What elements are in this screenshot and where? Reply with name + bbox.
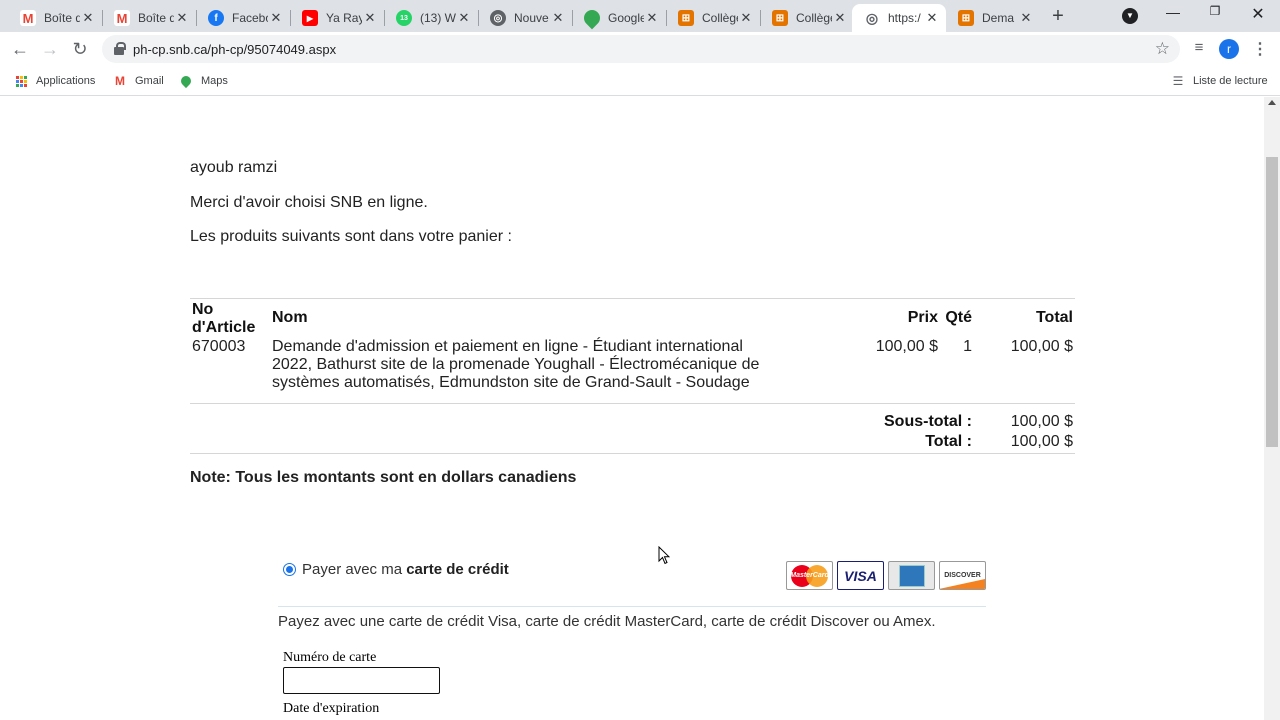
page-scrollbar[interactable] xyxy=(1264,97,1280,720)
scroll-up-arrow-icon[interactable] xyxy=(1268,100,1276,105)
chrome-icon: ◎ xyxy=(490,10,506,26)
facebook-icon: f xyxy=(208,10,224,26)
customer-name: ayoub ramzi xyxy=(190,159,278,176)
mastercard-logo: MasterCard xyxy=(786,561,833,590)
table-top-rule xyxy=(190,298,1075,299)
close-icon[interactable]: ✕ xyxy=(832,10,848,26)
subtotal-value: 100,00 $ xyxy=(1010,413,1073,430)
page-content: ayoub ramzi Merci d'avoir choisi SNB en … xyxy=(0,97,1264,720)
payment-divider xyxy=(278,606,986,607)
gmail-icon: M xyxy=(20,10,36,26)
college-icon: ⊞ xyxy=(772,10,788,26)
close-icon[interactable]: ✕ xyxy=(268,10,284,26)
bookmark-applications[interactable]: Applications xyxy=(14,72,95,90)
tab-gmail-1[interactable]: M Boîte d ✕ xyxy=(8,4,102,32)
pay-credit-card-option[interactable]: Payer avec ma carte de crédit xyxy=(283,561,509,578)
college-icon: ⊞ xyxy=(958,10,974,26)
item-qty: 1 xyxy=(963,338,972,355)
payment-description: Payez avec une carte de crédit Visa, car… xyxy=(278,613,936,630)
total-value: 100,00 $ xyxy=(1010,433,1073,450)
item-name: Demande d'admission et paiement en ligne… xyxy=(272,338,760,391)
discover-logo: DISCOVER xyxy=(939,561,986,590)
thanks-message: Merci d'avoir choisi SNB en ligne. xyxy=(190,194,428,211)
menu-kebab-icon[interactable]: ⋮ xyxy=(1250,39,1270,59)
currency-note: Note: Tous les montants sont en dollars … xyxy=(190,469,577,486)
close-icon[interactable]: ✕ xyxy=(644,10,660,26)
mouse-cursor-icon xyxy=(658,546,670,565)
item-total: 100,00 $ xyxy=(1010,338,1073,355)
tab-whatsapp[interactable]: 13 (13) W ✕ xyxy=(384,4,478,32)
header-total: Total xyxy=(1035,309,1073,326)
globe-icon: ◎ xyxy=(864,9,880,26)
tab-search-icon[interactable]: ▼ xyxy=(1122,8,1138,24)
tab-google-maps[interactable]: Google ✕ xyxy=(572,4,666,32)
reading-list-button[interactable]: ☰ Liste de lecture xyxy=(1171,72,1268,90)
tab-gmail-2[interactable]: M Boîte d ✕ xyxy=(102,4,196,32)
tab-college-1[interactable]: ⊞ Collège ✕ xyxy=(666,4,760,32)
scrollbar-thumb[interactable] xyxy=(1266,157,1278,447)
tab-demande[interactable]: ⊞ Dema ✕ xyxy=(946,4,1040,32)
close-icon[interactable]: ✕ xyxy=(1018,10,1034,26)
youtube-icon: ▶ xyxy=(302,10,318,26)
cart-intro: Les produits suivants sont dans votre pa… xyxy=(190,228,512,245)
new-tab-plus-icon[interactable]: + xyxy=(1047,6,1069,28)
gmail-icon: M xyxy=(115,74,125,88)
browser-toolbar: ← → ↻ ph-cp.snb.ca/ph-cp/95074049.aspx ☆… xyxy=(0,32,1280,66)
address-bar[interactable]: ph-cp.snb.ca/ph-cp/95074049.aspx ☆ xyxy=(102,35,1180,63)
accepted-cards: MasterCard VISA DISCOVER xyxy=(786,561,986,590)
header-name: Nom xyxy=(272,309,308,326)
back-arrow-icon[interactable]: ← xyxy=(8,38,32,60)
bookmarks-bar: Applications M Gmail Maps ☰ Liste de lec… xyxy=(0,66,1280,96)
table-middle-rule xyxy=(190,403,1075,404)
close-icon[interactable]: ✕ xyxy=(550,10,566,26)
tab-new-tab[interactable]: ◎ Nouve ✕ xyxy=(478,4,572,32)
tab-active-https[interactable]: ◎ https:/ ✕ xyxy=(852,4,946,32)
forward-arrow-icon[interactable]: → xyxy=(38,38,62,60)
tab-college-2[interactable]: ⊞ Collège ✕ xyxy=(760,4,854,32)
item-article-no: 670003 xyxy=(192,338,246,355)
tab-youtube[interactable]: ▶ Ya Ray ✕ xyxy=(290,4,384,32)
media-control-icon[interactable]: ≡ xyxy=(1189,39,1209,59)
maps-pin-icon xyxy=(580,6,604,30)
lock-icon xyxy=(114,42,126,55)
apps-grid-icon xyxy=(14,74,28,88)
close-icon[interactable]: ✕ xyxy=(362,10,378,26)
expiry-date-label: Date d'expiration xyxy=(283,701,380,716)
header-qty: Qté xyxy=(945,309,972,326)
tab-strip: M Boîte d ✕ M Boîte d ✕ f Facebo ✕ ▶ Ya … xyxy=(0,0,1280,32)
visa-logo: VISA xyxy=(837,561,884,590)
url-text[interactable]: ph-cp.snb.ca/ph-cp/95074049.aspx xyxy=(133,42,336,57)
close-icon[interactable]: ✕ xyxy=(80,10,96,26)
tab-facebook[interactable]: f Facebo ✕ xyxy=(196,4,290,32)
credit-card-radio[interactable] xyxy=(283,563,296,576)
minimize-icon[interactable]: — xyxy=(1163,4,1183,24)
bookmark-maps[interactable]: Maps xyxy=(178,72,228,90)
reading-list-icon: ☰ xyxy=(1172,74,1184,88)
close-icon[interactable]: ✕ xyxy=(924,10,940,26)
amex-logo xyxy=(888,561,935,590)
profile-avatar[interactable]: r xyxy=(1219,39,1239,59)
card-number-label: Numéro de carte xyxy=(283,650,377,665)
table-bottom-rule xyxy=(190,453,1075,454)
header-article-no: No d'Article xyxy=(192,301,256,336)
card-number-input[interactable] xyxy=(283,667,440,694)
window-close-icon[interactable]: ✕ xyxy=(1248,4,1268,24)
close-icon[interactable]: ✕ xyxy=(738,10,754,26)
subtotal-label: Sous-total : xyxy=(884,413,972,430)
total-label: Total : xyxy=(925,433,972,450)
item-price: 100,00 $ xyxy=(875,338,938,355)
whatsapp-icon: 13 xyxy=(396,10,412,26)
close-icon[interactable]: ✕ xyxy=(174,10,190,26)
bookmark-star-icon[interactable]: ☆ xyxy=(1155,39,1170,59)
reload-icon[interactable]: ↻ xyxy=(68,38,92,60)
bookmark-gmail[interactable]: M Gmail xyxy=(113,72,164,90)
college-icon: ⊞ xyxy=(678,10,694,26)
close-icon[interactable]: ✕ xyxy=(456,10,472,26)
maps-icon xyxy=(178,73,194,89)
restore-icon[interactable]: ❐ xyxy=(1205,4,1225,24)
gmail-icon: M xyxy=(114,10,130,26)
